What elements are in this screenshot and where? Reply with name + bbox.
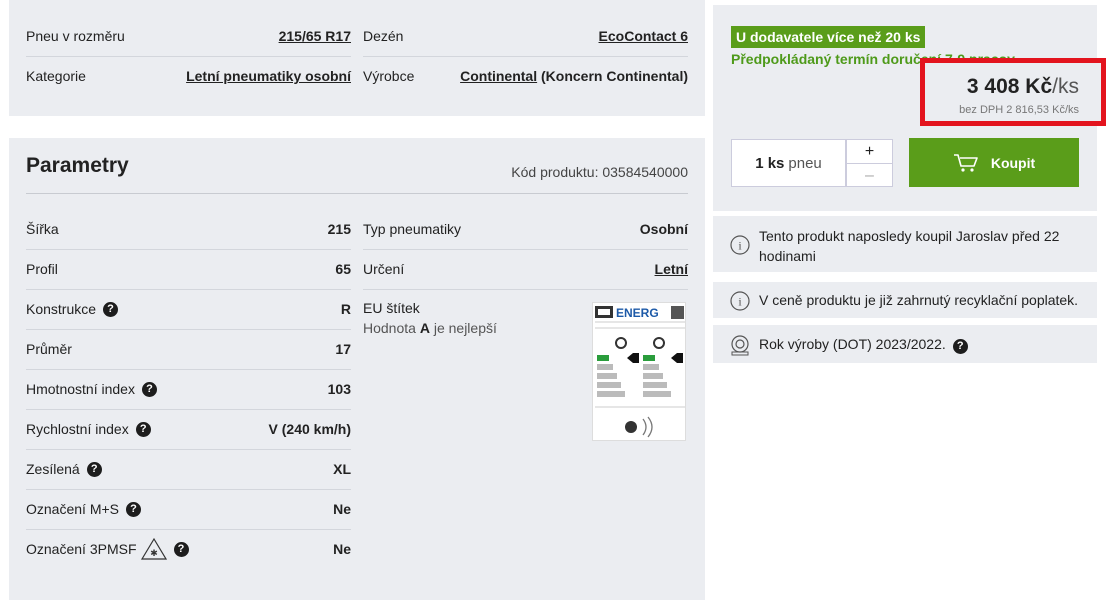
help-icon[interactable]: ?	[86, 461, 102, 477]
param-row: Označení M+S? Ne	[26, 489, 351, 529]
price-without-vat: bez DPH 2 816,53 Kč/ks	[959, 104, 1079, 116]
tire-type-row: Typ pneumatiky Osobní	[363, 209, 688, 249]
purpose-label: Určení	[363, 261, 405, 277]
size-label: Pneu v rozměru	[26, 28, 125, 44]
price: 3 408 Kč/ks	[967, 75, 1079, 99]
cart-icon	[953, 153, 978, 172]
last-purchase-info: i Tento produkt naposledy koupil Jarosla…	[713, 216, 1097, 272]
buy-button-label: Koupit	[990, 154, 1036, 171]
size-row: Pneu v rozměru 215/65 R17	[26, 16, 351, 56]
manufacturer-row: Výrobce Continental (Koncern Continental…	[363, 56, 688, 96]
param-value: 17	[335, 341, 351, 357]
tire-type-label: Typ pneumatiky	[363, 221, 462, 237]
info-icon: i	[730, 235, 750, 255]
param-row: Konstrukce? R	[26, 289, 351, 329]
pattern-row: Dezén EcoContact 6	[363, 16, 688, 56]
eu-label-title: EU štítek	[363, 300, 420, 316]
mountain-snowflake-icon: ✱	[140, 537, 167, 560]
parameters-title: Parametry	[26, 154, 129, 177]
purpose-link[interactable]: Letní	[655, 261, 688, 277]
eu-note-text-end: je nejlepší	[429, 320, 497, 336]
info-icon: i	[730, 291, 750, 311]
manufacturer-link[interactable]: Continental	[460, 68, 537, 84]
help-icon[interactable]: ?	[103, 301, 119, 317]
svg-text:✱: ✱	[150, 549, 158, 559]
manufacturer-label: Výrobce	[363, 68, 415, 84]
param-row: Profil 65	[26, 249, 351, 289]
param-label: Označení 3PMSF	[26, 541, 137, 557]
size-link[interactable]: 215/65 R17	[279, 28, 351, 44]
tire-icon	[731, 335, 749, 356]
param-value: V (240 km/h)	[268, 421, 351, 437]
price-unit: /ks	[1052, 75, 1079, 98]
product-code: Kód produktu: 03584540000	[511, 164, 688, 180]
param-row: Šířka 215	[26, 209, 351, 249]
param-value: 65	[335, 261, 351, 277]
purpose-row: Určení Letní	[363, 249, 688, 289]
title-divider	[26, 193, 688, 194]
param-label: Hmotnostní index	[26, 381, 135, 397]
param-row: Zesílená? XL	[26, 449, 351, 489]
help-icon[interactable]: ?	[126, 501, 141, 517]
param-label: Konstrukce	[26, 301, 97, 317]
manufacturer-group: (Koncern Continental)	[541, 68, 688, 84]
quantity-increase-button[interactable]: +	[847, 140, 892, 163]
param-label: Šířka	[26, 221, 59, 237]
tire-type-value: Osobní	[639, 221, 688, 237]
help-icon[interactable]: ?	[135, 421, 151, 437]
pattern-link[interactable]: EcoContact 6	[599, 28, 688, 44]
eu-note-grade: A	[419, 320, 430, 336]
param-value: 215	[327, 221, 351, 237]
param-value: 103	[327, 381, 351, 397]
pattern-label: Dezén	[363, 28, 404, 44]
param-value: Ne	[333, 541, 351, 557]
param-label: Rychlostní index	[26, 421, 129, 437]
param-value: R	[340, 301, 351, 317]
price-value: 3 408 Kč	[966, 75, 1053, 98]
divider	[363, 289, 688, 290]
param-row: Průměr 17	[26, 329, 351, 369]
spec-summary-panel: Pneu v rozměru 215/65 R17 Kategorie Letn…	[9, 0, 705, 116]
param-value: Ne	[333, 501, 351, 517]
param-label: Průměr	[26, 341, 72, 357]
recycling-fee-text: V ceně produktu je již zahrnutý recyklač…	[759, 292, 1079, 308]
help-icon[interactable]: ?	[952, 339, 968, 354]
price-highlight-box: 3 408 Kč/ks bez DPH 2 816,53 Kč/ks	[920, 58, 1106, 126]
energy-word: ENERG	[616, 306, 659, 320]
category-link[interactable]: Letní pneumatiky osobní	[186, 68, 351, 84]
svg-text:i: i	[738, 295, 742, 309]
eu-note-text: Hodnota	[363, 320, 420, 336]
svg-text:i: i	[738, 239, 742, 253]
param-row: Označení 3PMSF ✱? Ne	[26, 529, 351, 569]
help-icon[interactable]: ?	[173, 541, 189, 557]
eu-energy-label-graphic: ENERG	[595, 306, 685, 438]
eu-energy-label-image[interactable]: ENERG	[592, 302, 686, 441]
quantity-decrease-button[interactable]: –	[847, 163, 892, 186]
quantity-stepper: + –	[846, 139, 893, 187]
production-year-text: Rok výroby (DOT) 2023/2022.?	[759, 334, 968, 354]
recycling-fee-info: i V ceně produktu je již zahrnutý recykl…	[713, 282, 1097, 318]
param-row: Hmotnostní index? 103	[26, 369, 351, 409]
eu-label-note: Hodnota A je nejlepší	[363, 320, 497, 336]
manufacturer-value: Continental (Koncern Continental)	[460, 68, 688, 84]
category-row: Kategorie Letní pneumatiky osobní	[26, 56, 351, 96]
production-year-value: Rok výroby (DOT) 2023/2022.	[759, 336, 946, 352]
quantity-field[interactable]: 1 ks pneu	[731, 139, 846, 187]
stock-badge: U dodavatele více než 20 ks	[731, 26, 926, 48]
buy-button[interactable]: Koupit	[909, 138, 1079, 187]
last-purchase-text: Tento produkt naposledy koupil Jaroslav …	[759, 228, 1060, 264]
quantity-value: 1 ks	[755, 154, 785, 172]
param-label: Zesílená	[26, 461, 80, 477]
param-label: Profil	[26, 261, 58, 277]
param-value: XL	[333, 461, 351, 477]
production-year-info: Rok výroby (DOT) 2023/2022.?	[713, 325, 1097, 363]
help-icon[interactable]: ?	[141, 381, 157, 397]
quantity-unit: pneu	[788, 154, 822, 172]
param-row: Rychlostní index? V (240 km/h)	[26, 409, 351, 449]
param-label: Označení M+S	[26, 501, 119, 517]
category-label: Kategorie	[26, 68, 86, 84]
